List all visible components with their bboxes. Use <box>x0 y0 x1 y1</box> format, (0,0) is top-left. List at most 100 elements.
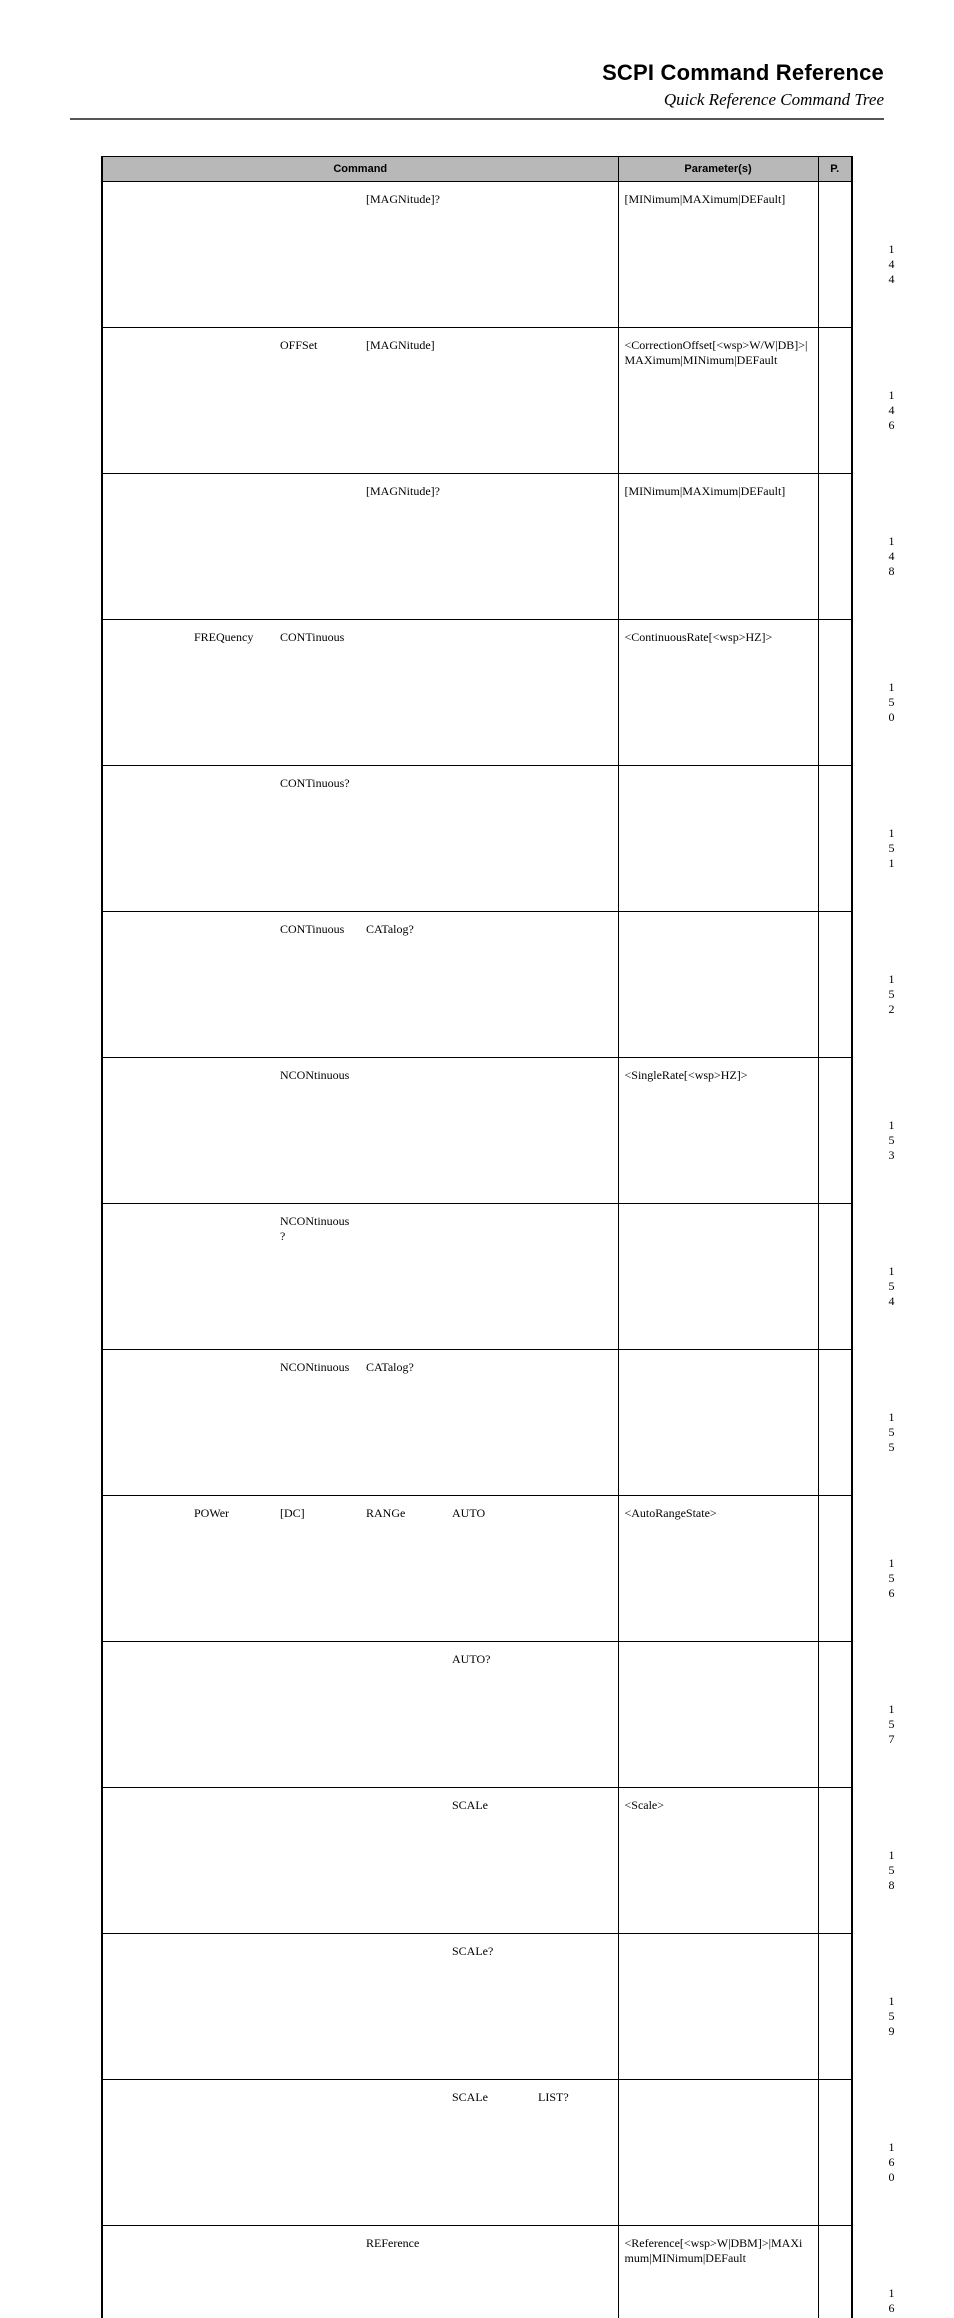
cell-command-level-5: AUTO <box>446 1496 532 1642</box>
cell-parameters: [MINimum|MAXimum|DEFault] <box>618 474 818 620</box>
table-row: POWer[DC]RANGeAUTO<AutoRangeState>156 <box>102 1496 852 1642</box>
cell-parameters <box>618 1934 818 2080</box>
cell-parameters <box>618 1642 818 1788</box>
cell-page-number: 157 <box>818 1642 852 1788</box>
cell-command-level-1 <box>102 2080 188 2226</box>
cell-command-level-6: LIST? <box>532 2080 618 2226</box>
cell-parameters: <SingleRate[<wsp>HZ]> <box>618 1058 818 1204</box>
column-header-parameters: Parameter(s) <box>618 157 818 182</box>
chapter-title: SCPI Command Reference <box>70 60 884 86</box>
cell-parameters <box>618 912 818 1058</box>
cell-command-level-1 <box>102 912 188 1058</box>
cell-command-level-3: CONTinuous <box>274 620 360 766</box>
cell-page-number: 144 <box>818 182 852 328</box>
table-row: FREQuencyCONTinuous <ContinuousRate[<wsp>… <box>102 620 852 766</box>
cell-command-level-2 <box>188 474 274 620</box>
cell-command-level-5 <box>446 620 532 766</box>
page-header: SCPI Command Reference Quick Reference C… <box>70 60 884 110</box>
table-row: [MAGNitude]? [MINimum|MAXimum|DEFault]144 <box>102 182 852 328</box>
cell-command-level-2 <box>188 182 274 328</box>
cell-command-level-5 <box>446 1058 532 1204</box>
cell-command-level-2 <box>188 2080 274 2226</box>
cell-parameters: [MINimum|MAXimum|DEFault] <box>618 182 818 328</box>
cell-parameters: <ContinuousRate[<wsp>HZ]> <box>618 620 818 766</box>
cell-command-level-2 <box>188 1350 274 1496</box>
cell-command-level-4: RANGe <box>360 1496 446 1642</box>
cell-command-level-3: CONTinuous <box>274 912 360 1058</box>
cell-command-level-2: POWer <box>188 1496 274 1642</box>
table-row: OFFSet[MAGNitude]<CorrectionOffset[<wsp>… <box>102 328 852 474</box>
cell-command-level-5 <box>446 182 532 328</box>
cell-page-number: 155 <box>818 1350 852 1496</box>
cell-command-level-4 <box>360 1204 446 1350</box>
cell-command-level-4 <box>360 2080 446 2226</box>
cell-command-level-6 <box>532 1642 618 1788</box>
cell-command-level-1 <box>102 1788 188 1934</box>
cell-command-level-5 <box>446 1350 532 1496</box>
cell-command-level-3 <box>274 2080 360 2226</box>
cell-command-level-5: AUTO? <box>446 1642 532 1788</box>
cell-command-level-6 <box>532 1204 618 1350</box>
table-row: [MAGNitude]? [MINimum|MAXimum|DEFault]148 <box>102 474 852 620</box>
cell-page-number: 161 <box>818 2226 852 2318</box>
cell-command-level-1 <box>102 1496 188 1642</box>
cell-parameters: <CorrectionOffset[<wsp>W/W|DB]>|MAXimum|… <box>618 328 818 474</box>
column-header-command: Command <box>102 157 618 182</box>
cell-parameters: <Scale> <box>618 1788 818 1934</box>
cell-command-level-3 <box>274 2226 360 2318</box>
cell-command-level-6 <box>532 2226 618 2318</box>
cell-parameters: <Reference[<wsp>W|DBM]>|MAXimum|MINimum|… <box>618 2226 818 2318</box>
cell-command-level-1 <box>102 2226 188 2318</box>
cell-command-level-6 <box>532 620 618 766</box>
cell-command-level-3: NCONtinuous? <box>274 1204 360 1350</box>
cell-command-level-4: CATalog? <box>360 912 446 1058</box>
cell-command-level-6 <box>532 474 618 620</box>
table-row: AUTO? 157 <box>102 1642 852 1788</box>
cell-command-level-1 <box>102 1934 188 2080</box>
cell-command-level-1 <box>102 1058 188 1204</box>
cell-page-number: 154 <box>818 1204 852 1350</box>
cell-command-level-5 <box>446 2226 532 2318</box>
cell-command-level-6 <box>532 328 618 474</box>
table-body: [MAGNitude]?[MINimum|MAXimum|DEFault]144… <box>102 182 852 2318</box>
cell-command-level-1 <box>102 328 188 474</box>
table-row: SCALe<Scale>158 <box>102 1788 852 1934</box>
cell-command-level-3 <box>274 1642 360 1788</box>
cell-command-level-2 <box>188 2226 274 2318</box>
cell-command-level-2 <box>188 912 274 1058</box>
cell-command-level-5: SCALe? <box>446 1934 532 2080</box>
cell-command-level-2 <box>188 1058 274 1204</box>
cell-command-level-5 <box>446 912 532 1058</box>
header-divider <box>70 118 884 120</box>
cell-page-number: 148 <box>818 474 852 620</box>
cell-command-level-1 <box>102 474 188 620</box>
cell-command-level-3: OFFSet <box>274 328 360 474</box>
cell-command-level-3: NCONtinuous <box>274 1058 360 1204</box>
cell-command-level-6 <box>532 766 618 912</box>
cell-command-level-6 <box>532 1788 618 1934</box>
table-header-row: Command Parameter(s) P. <box>102 157 852 182</box>
cell-command-level-2 <box>188 1934 274 2080</box>
cell-command-level-2: FREQuency <box>188 620 274 766</box>
cell-command-level-5 <box>446 328 532 474</box>
cell-command-level-4: [MAGNitude]? <box>360 474 446 620</box>
cell-command-level-3: [DC] <box>274 1496 360 1642</box>
cell-command-level-2 <box>188 1204 274 1350</box>
cell-command-level-5 <box>446 474 532 620</box>
cell-command-level-1 <box>102 1350 188 1496</box>
cell-command-level-2 <box>188 1642 274 1788</box>
cell-command-level-6 <box>532 1350 618 1496</box>
cell-command-level-4: [MAGNitude]? <box>360 182 446 328</box>
cell-command-level-3: CONTinuous? <box>274 766 360 912</box>
cell-command-level-6 <box>532 1934 618 2080</box>
cell-command-level-6 <box>532 1496 618 1642</box>
cell-command-level-4 <box>360 1642 446 1788</box>
column-header-page: P. <box>818 157 852 182</box>
cell-command-level-4 <box>360 1058 446 1204</box>
cell-parameters <box>618 766 818 912</box>
cell-command-level-1 <box>102 620 188 766</box>
cell-command-level-1 <box>102 1204 188 1350</box>
cell-page-number: 150 <box>818 620 852 766</box>
cell-page-number: 160 <box>818 2080 852 2226</box>
cell-parameters <box>618 1350 818 1496</box>
